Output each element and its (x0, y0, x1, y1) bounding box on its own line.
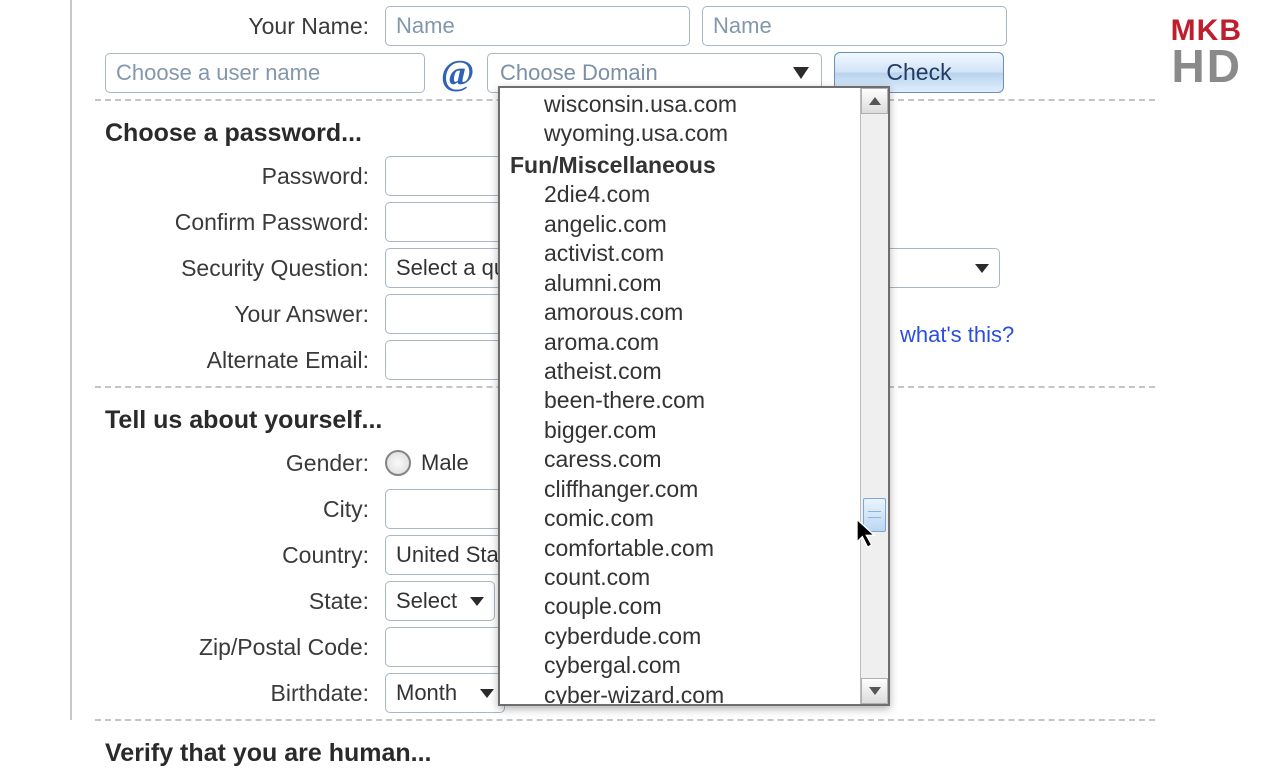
domain-option[interactable]: caress.com (508, 445, 860, 474)
divider (95, 719, 1155, 721)
security-question-label: Security Question: (95, 255, 385, 282)
domain-option[interactable]: cyberdude.com (508, 622, 860, 651)
chevron-down-icon (793, 67, 809, 79)
gender-label: Gender: (95, 450, 385, 477)
arrow-down-icon (869, 687, 881, 695)
verify-section-title: Verify that you are human... (95, 725, 1155, 776)
domain-option[interactable]: alumni.com (508, 269, 860, 298)
domain-option[interactable]: amorous.com (508, 298, 860, 327)
scroll-down-button[interactable] (861, 678, 888, 704)
watermark-logo: MKB HD (1171, 16, 1242, 87)
domain-option[interactable]: comic.com (508, 504, 860, 533)
chevron-down-icon (975, 264, 989, 273)
domain-option[interactable]: aroma.com (508, 328, 860, 357)
country-label: Country: (95, 542, 385, 569)
left-border (70, 0, 72, 720)
domain-option[interactable]: count.com (508, 563, 860, 592)
last-name-input[interactable] (702, 6, 1007, 46)
state-value: Select (396, 588, 457, 614)
domain-dropdown-list: wisconsin.usa.comwyoming.usa.comFun/Misc… (498, 86, 890, 706)
domain-option[interactable]: been-there.com (508, 386, 860, 415)
domain-option[interactable]: couple.com (508, 592, 860, 621)
username-input[interactable] (105, 53, 425, 93)
arrow-up-icon (869, 97, 881, 105)
state-select[interactable]: Select (385, 581, 495, 621)
domain-option[interactable]: atheist.com (508, 357, 860, 386)
your-answer-label: Your Answer: (95, 301, 385, 328)
domain-option[interactable]: comfortable.com (508, 534, 860, 563)
confirm-password-label: Confirm Password: (95, 209, 385, 236)
domain-option[interactable]: cliffhanger.com (508, 475, 860, 504)
male-radio[interactable] (385, 450, 411, 476)
domain-select-text: Choose Domain (500, 60, 658, 86)
chevron-down-icon (480, 689, 494, 698)
first-name-input[interactable] (385, 6, 690, 46)
domain-option[interactable]: bigger.com (508, 416, 860, 445)
birthdate-label: Birthdate: (95, 680, 385, 707)
month-select[interactable]: Month (385, 673, 505, 713)
city-label: City: (95, 496, 385, 523)
chevron-down-icon (470, 597, 484, 606)
domain-option[interactable]: cybergal.com (508, 651, 860, 680)
logo-hd: HD (1171, 46, 1242, 87)
mouse-cursor-icon (855, 518, 883, 550)
domain-option[interactable]: 2die4.com (508, 180, 860, 209)
at-icon: @ (439, 54, 477, 92)
domain-group-header: Fun/Miscellaneous (508, 149, 860, 180)
male-label: Male (421, 450, 469, 476)
domain-option[interactable]: wisconsin.usa.com (508, 90, 860, 119)
domain-option[interactable]: angelic.com (508, 210, 860, 239)
zip-label: Zip/Postal Code: (95, 634, 385, 661)
whats-this-link[interactable]: what's this? (900, 322, 1014, 348)
state-label: State: (95, 588, 385, 615)
your-name-label: Your Name: (95, 13, 385, 40)
alt-email-label: Alternate Email: (95, 347, 385, 374)
domain-option[interactable]: activist.com (508, 239, 860, 268)
svg-text:@: @ (441, 54, 475, 92)
dropdown-scrollbar[interactable] (860, 88, 888, 704)
password-label: Password: (95, 163, 385, 190)
scroll-up-button[interactable] (861, 88, 888, 114)
domain-option[interactable]: cyber-wizard.com (508, 681, 860, 704)
domain-option[interactable]: wyoming.usa.com (508, 119, 860, 148)
month-value: Month (396, 680, 457, 706)
